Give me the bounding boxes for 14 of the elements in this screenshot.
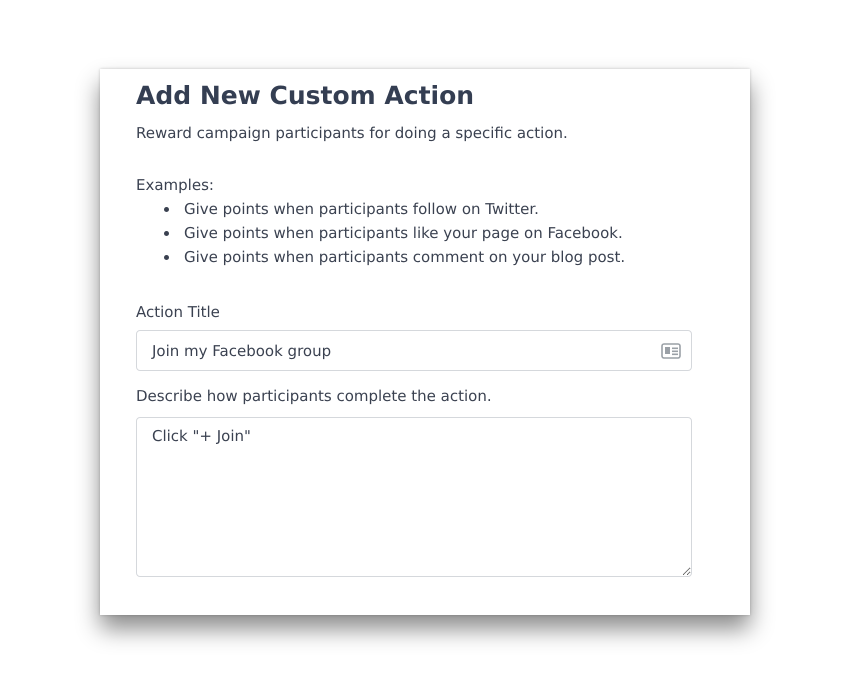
example-text: Give points when participants like your page on Facebook. — [184, 223, 623, 243]
example-text: Give points when participants follow on Twitter. — [184, 199, 539, 219]
field-label: Describe how participants complete the action. — [136, 386, 493, 406]
action-title-field[interactable]: Join my Facebook group — [136, 330, 692, 371]
field-label: Action Title — [136, 302, 221, 322]
description-text: Reward campaign participants for doing a specific action. — [136, 123, 569, 143]
bullet-icon — [164, 230, 169, 236]
bullet-icon — [164, 254, 169, 260]
examples-label: Examples: — [136, 175, 215, 195]
bullet-icon — [164, 206, 169, 212]
example-text: Give points when participants comment on your blog post. — [184, 247, 626, 267]
description-field[interactable]: Click "+ Join" — [136, 417, 692, 577]
contact-card-icon — [661, 342, 681, 358]
dialog-title: Add New Custom Action — [136, 80, 476, 112]
